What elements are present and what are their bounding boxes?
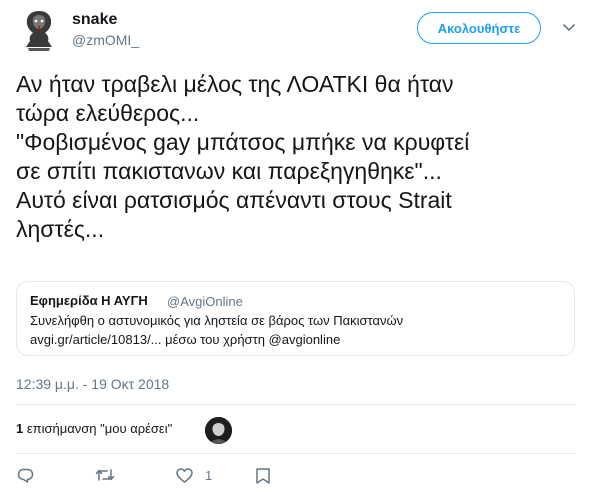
direct-message-icon: [256, 468, 270, 484]
user-avatar[interactable]: [16, 7, 62, 53]
user-handle[interactable]: @zmOMI_: [72, 32, 139, 48]
tweet: snake @zmOMI_ Ακολουθήστε Αν ήταν τραβελ…: [0, 0, 592, 491]
likes-summary[interactable]: 1 επισήμανση "μου αρέσει": [16, 421, 172, 436]
heart-icon: [176, 468, 193, 483]
quoted-tweet-text: Συνελήφθη ο αστυνομικός για ληστεία σε β…: [30, 313, 404, 328]
divider: [16, 404, 576, 405]
tweet-text-line: τώρα ελεύθερος...: [16, 100, 200, 126]
likes-count: 1: [16, 421, 24, 436]
retweet-button[interactable]: [95, 468, 115, 482]
tweet-text-line: ληστές...: [16, 216, 105, 242]
chevron-down-icon[interactable]: [561, 20, 577, 36]
likes-label: επισήμανση "μου αρέσει": [26, 421, 173, 436]
quoted-tweet-handle: @AvgiOnline: [167, 294, 243, 309]
retweet-icon: [95, 469, 115, 481]
liker-avatar[interactable]: [205, 417, 232, 444]
quoted-tweet-card[interactable]: Εφημερίδα Η ΑΥΓΗ @AvgiOnline Συνελήφθη ο…: [16, 281, 575, 356]
display-name[interactable]: snake: [72, 11, 117, 29]
tweet-text: Αν ήταν τραβελι μέλος της ΛΟΑΤΚΙ θα ήταν…: [16, 70, 581, 244]
reply-button[interactable]: [17, 468, 34, 483]
divider: [16, 453, 576, 454]
tweet-text-line: σε σπίτι πακιστανων και παρεξηγηθηκε"...: [16, 158, 442, 184]
cobra-avatar-icon: [26, 11, 52, 51]
reply-icon: [17, 468, 34, 483]
direct-message-button[interactable]: [256, 468, 270, 484]
like-count: 1: [205, 468, 213, 483]
tweet-text-line: Αν ήταν τραβελι μέλος της ΛΟΑΤΚΙ θα ήταν: [16, 71, 454, 97]
follow-button[interactable]: Ακολουθήστε: [417, 12, 541, 44]
quoted-tweet-link-text: avgi.gr/article/10813/... μέσω του χρήστ…: [30, 332, 341, 347]
tweet-timestamp[interactable]: 12:39 μ.μ. - 19 Οκτ 2018: [16, 376, 169, 392]
quoted-tweet-author: Εφημερίδα Η ΑΥΓΗ: [30, 293, 148, 308]
like-button[interactable]: 1: [176, 468, 212, 483]
tweet-text-line: "Φοβισμένος gay μπάτσος μπήκε να κρυφτεί: [16, 129, 470, 155]
tweet-text-line: Αυτό είναι ρατσισμός απέναντι στους Stra…: [16, 187, 452, 213]
